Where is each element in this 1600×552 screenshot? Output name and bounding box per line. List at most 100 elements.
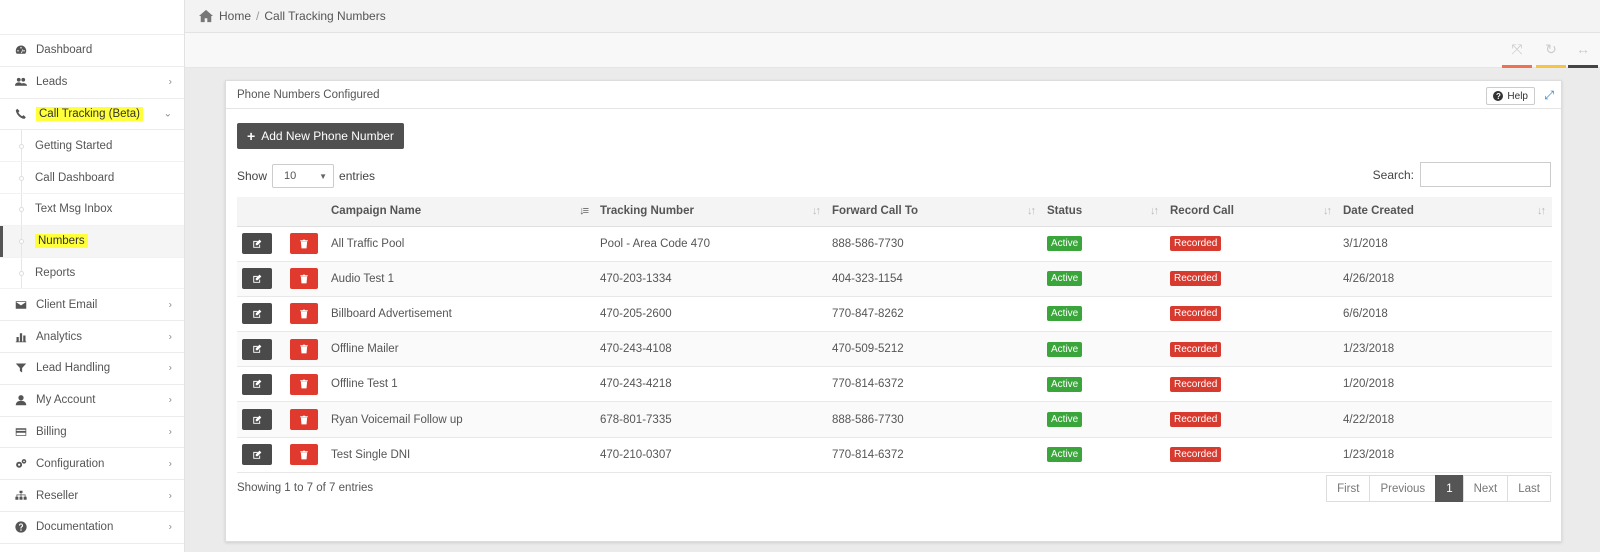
status-badge: Active (1047, 271, 1083, 287)
edit-button[interactable] (242, 444, 272, 466)
trash-icon (300, 239, 308, 248)
table-row: Offline Mailer 470-243-4108 470-509-5212 Ac… (237, 331, 1552, 368)
sidebar-item-client-email[interactable]: Client Email › (0, 289, 184, 322)
record-call-cell: Recorded (1165, 226, 1338, 262)
user-icon (14, 393, 28, 407)
sidebar-subitem-numbers[interactable]: Numbers (0, 225, 184, 258)
sort-asc-icon: ↓≡ (579, 205, 589, 217)
sidebar-item-label: Reseller (36, 489, 79, 502)
delete-cell (285, 401, 326, 438)
sidebar-item-label: Getting Started (35, 139, 113, 152)
credit-card-icon (14, 425, 28, 439)
forward-call-to-cell: 404-323-1154 (827, 261, 1042, 297)
delete-cell (285, 296, 326, 333)
forward-call-to-cell: 888-586-7730 (827, 226, 1042, 262)
sidebar-item-dashboard[interactable]: Dashboard (0, 35, 184, 67)
delete-button[interactable] (290, 409, 318, 431)
edit-button[interactable] (242, 338, 272, 360)
add-new-phone-number-button[interactable]: + Add New Phone Number (237, 123, 404, 149)
table-header-row: Campaign Name ↓≡ Tracking Number ↓↑ Forwar… (237, 197, 1552, 227)
sidebar-item-reseller[interactable]: Reseller › (0, 480, 184, 512)
date-created-cell: 1/23/2018 (1338, 437, 1552, 473)
date-created-cell: 4/26/2018 (1338, 261, 1552, 297)
column-header-date-created[interactable]: Date Created ↓↑ (1338, 197, 1552, 227)
tool-accent-bar (1536, 65, 1566, 68)
help-button[interactable]: ? Help (1486, 87, 1535, 105)
sidebar: Dashboard Leads › Call Tracking (Beta) ⌄… (0, 0, 185, 552)
delete-button[interactable] (290, 444, 318, 466)
pagination-page-current[interactable]: 1 (1435, 475, 1464, 502)
sidebar-subitem-reports[interactable]: Reports (0, 257, 184, 290)
sidebar-item-analytics[interactable]: Analytics › (0, 321, 184, 353)
edit-button[interactable] (242, 268, 272, 290)
expand-icon[interactable]: ⤢ (1544, 88, 1554, 103)
fullscreen-icon: ⤧ (1511, 41, 1523, 57)
users-icon (14, 75, 28, 89)
delete-column-header (285, 197, 326, 227)
edit-icon (253, 274, 262, 283)
edit-button[interactable] (242, 373, 272, 395)
chevron-right-icon: › (168, 458, 172, 470)
trash-icon (300, 450, 308, 460)
pagination-last[interactable]: Last (1507, 475, 1551, 502)
sidebar-item-configuration[interactable]: Configuration › (0, 448, 184, 481)
sidebar-subitem-getting-started[interactable]: Getting Started (0, 130, 184, 163)
edit-icon (253, 309, 262, 318)
pagination-previous[interactable]: Previous (1369, 475, 1437, 502)
column-header-tracking-number[interactable]: Tracking Number ↓↑ (595, 197, 827, 227)
refresh-icon: ↻ (1545, 41, 1557, 57)
recorded-badge: Recorded (1170, 271, 1222, 287)
entries-select[interactable]: 10 ▼ (272, 164, 335, 188)
delete-button[interactable] (290, 338, 318, 360)
forward-call-to-cell: 888-586-7730 (827, 401, 1042, 438)
sidebar-subitem-text-msg-inbox[interactable]: Text Msg Inbox (0, 193, 184, 226)
delete-button[interactable] (290, 233, 318, 255)
table-row: Offline Test 1 470-243-4218 770-814-6372 Ac… (237, 366, 1552, 403)
delete-button[interactable] (290, 303, 318, 325)
refresh-button[interactable]: ↻ (1536, 41, 1566, 68)
sidebar-subitem-call-dashboard[interactable]: Call Dashboard (0, 162, 184, 194)
column-header-record-call[interactable]: Record Call ↓↑ (1165, 197, 1338, 227)
help-label: Help (1507, 90, 1528, 102)
sidebar-item-label: Billing (36, 425, 67, 438)
home-icon[interactable] (199, 9, 219, 24)
sidebar-item-my-account[interactable]: My Account › (0, 385, 184, 417)
sort-icon: ↓↑ (1150, 205, 1159, 217)
column-header-status[interactable]: Status ↓↑ (1042, 197, 1165, 227)
sidebar-item-leads[interactable]: Leads › (0, 67, 184, 99)
tool-accent-bar (1568, 65, 1598, 68)
recorded-badge: Recorded (1170, 447, 1222, 463)
edit-button[interactable] (242, 409, 272, 431)
edit-cell (237, 366, 285, 403)
sidebar-item-label: Client Email (36, 298, 98, 311)
panel-header: Phone Numbers Configured ? Help ⤢ (226, 81, 1561, 109)
sidebar-item-lead-handling[interactable]: Lead Handling › (0, 353, 184, 385)
delete-cell (285, 331, 326, 368)
delete-button[interactable] (290, 268, 318, 290)
entries-label: entries (339, 169, 376, 183)
campaign-name-cell: Offline Mailer (326, 331, 595, 368)
sidebar-item-billing[interactable]: Billing › (0, 417, 184, 449)
breadcrumb-home-link[interactable]: Home (219, 9, 251, 23)
sidebar-item-call-tracking[interactable]: Call Tracking (Beta) ⌄ (0, 99, 184, 131)
column-header-campaign-name[interactable]: Campaign Name ↓≡ (326, 197, 595, 227)
edit-cell (237, 296, 285, 333)
tracking-number-cell: 470-203-1334 (595, 261, 827, 297)
fullscreen-button[interactable]: ⤧ (1502, 41, 1532, 68)
pagination-first[interactable]: First (1326, 475, 1371, 502)
edit-button[interactable] (242, 303, 272, 325)
add-button-label: Add New Phone Number (261, 129, 394, 143)
search-input[interactable] (1420, 162, 1551, 187)
date-created-cell: 4/22/2018 (1338, 401, 1552, 438)
delete-cell (285, 437, 326, 473)
column-header-forward-call-to[interactable]: Forward Call To ↓↑ (827, 197, 1042, 227)
delete-button[interactable] (290, 373, 318, 395)
forward-call-to-cell: 770-847-8262 (827, 296, 1042, 333)
delete-cell (285, 261, 326, 297)
pagination-next[interactable]: Next (1462, 475, 1509, 502)
width-toggle-button[interactable]: ↔ (1568, 41, 1598, 68)
sidebar-item-label: Numbers (35, 234, 88, 249)
sidebar-item-documentation[interactable]: Documentation › (0, 512, 184, 544)
status-badge: Active (1047, 306, 1083, 322)
edit-button[interactable] (242, 233, 272, 255)
